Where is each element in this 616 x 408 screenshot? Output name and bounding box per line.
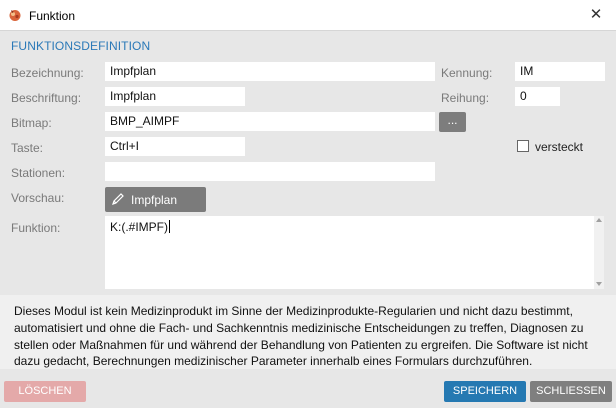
kennung-label: Kennung:	[441, 66, 493, 80]
vorschau-button-label: Impfplan	[131, 193, 178, 207]
funktion-scrollbar[interactable]	[594, 216, 604, 289]
window-title: Funktion	[29, 9, 76, 23]
title-bar: Funktion ✕	[0, 0, 616, 31]
stationen-label: Stationen:	[11, 166, 66, 180]
bezeichnung-field[interactable]: Impfplan	[105, 62, 435, 81]
stationen-field[interactable]	[105, 162, 435, 181]
bitmap-field[interactable]: BMP_AIMPF	[105, 112, 435, 131]
taste-label: Taste:	[11, 141, 44, 155]
funktion-label: Funktion:	[11, 221, 61, 235]
disclaimer-text: Dieses Modul ist kein Medizinprodukt im …	[14, 304, 588, 369]
window-close-button[interactable]: ✕	[578, 1, 614, 29]
reihung-label: Reihung:	[441, 91, 490, 105]
funktion-textarea[interactable]: K:(.#IMPF)	[105, 216, 604, 289]
taste-field[interactable]: Ctrl+I	[105, 137, 245, 156]
bitmap-label: Bitmap:	[11, 116, 52, 130]
section-title: FUNKTIONSDEFINITION	[11, 39, 151, 53]
beschriftung-field[interactable]: Impfplan	[105, 87, 245, 106]
vorschau-preview-button[interactable]: Impfplan	[105, 187, 206, 212]
versteckt-checkbox[interactable]	[517, 140, 529, 152]
scroll-up-arrow-icon[interactable]	[596, 218, 602, 222]
text-caret	[169, 220, 171, 233]
funktion-text: K:(.#IMPF)	[110, 220, 171, 234]
reihung-field[interactable]: 0	[515, 87, 560, 106]
versteckt-label[interactable]: versteckt	[535, 140, 583, 154]
close-button[interactable]: SCHLIESSEN	[530, 381, 612, 402]
scroll-down-arrow-icon[interactable]	[596, 282, 602, 286]
vorschau-label: Vorschau:	[11, 191, 65, 205]
disclaimer-panel: Dieses Modul ist kein Medizinprodukt im …	[0, 295, 616, 369]
kennung-field[interactable]: IM	[515, 62, 605, 81]
pen-icon	[112, 193, 124, 205]
app-logo-icon	[9, 10, 21, 21]
delete-button[interactable]: LÖSCHEN	[4, 381, 86, 402]
bezeichnung-label: Bezeichnung:	[11, 66, 84, 80]
beschriftung-label: Beschriftung:	[11, 91, 82, 105]
bitmap-browse-button[interactable]: ...	[439, 112, 466, 132]
save-button[interactable]: SPEICHERN	[444, 381, 526, 402]
